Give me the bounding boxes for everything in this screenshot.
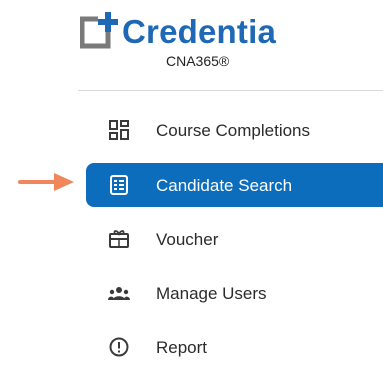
id-card-list-icon [110, 175, 128, 195]
header-divider [78, 90, 383, 91]
nav-item-report[interactable]: Report [86, 325, 383, 369]
credentia-logo-icon [80, 12, 118, 49]
grid-dashboard-icon [109, 120, 129, 140]
brand-logo: Credentia CNA365® [80, 8, 300, 70]
nav-item-label: Candidate Search [156, 176, 293, 195]
users-group-icon [108, 287, 130, 300]
nav-item-manage-users[interactable]: Manage Users [86, 271, 383, 315]
nav-item-label: Manage Users [156, 284, 267, 303]
brand-name: Credentia [122, 13, 277, 50]
nav-item-course-completions[interactable]: Course Completions [86, 108, 383, 152]
nav-item-candidate-search[interactable]: Candidate Search [86, 163, 383, 207]
nav-item-voucher[interactable]: Voucher [86, 217, 383, 261]
nav-item-label: Report [156, 338, 208, 357]
ticket-voucher-icon [109, 230, 129, 248]
nav-item-label: Voucher [156, 230, 219, 249]
pointer-arrow-icon [18, 173, 74, 191]
brand-subtitle: CNA365® [166, 53, 230, 69]
alert-circle-icon [109, 337, 129, 357]
nav-item-label: Course Completions [156, 121, 311, 140]
